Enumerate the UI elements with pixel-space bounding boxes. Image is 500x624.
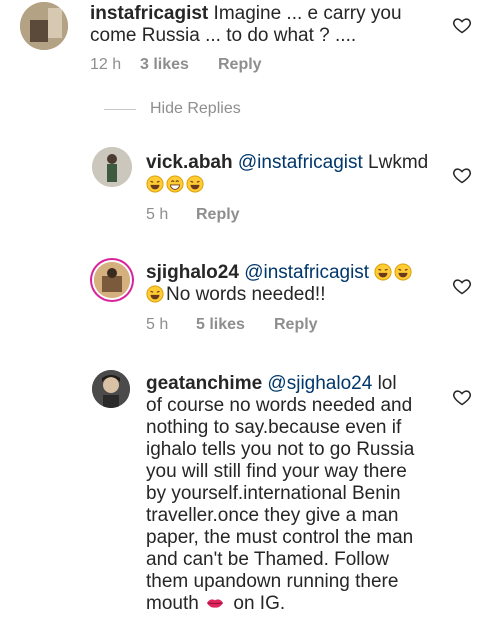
divider [104, 108, 136, 110]
laughing-emoji-icon [146, 285, 164, 303]
comment-line: them upandown running there [146, 571, 399, 592]
comment-text: come Russia ... to do what ? .... [90, 25, 357, 46]
avatar[interactable] [92, 147, 132, 187]
comment-line: ighalo tells you not to go Russia [146, 439, 415, 460]
comment-line: traveller.once they give a man [146, 505, 399, 526]
comment-line: mouth [146, 593, 205, 614]
heart-icon[interactable] [452, 387, 472, 407]
username[interactable]: vick.abah [146, 152, 233, 173]
username[interactable]: geatanchime [146, 373, 262, 394]
likes-count[interactable]: 5 likes [196, 316, 274, 334]
comment-line: nothing to say.because even if [146, 417, 402, 438]
lips-emoji-icon [206, 599, 224, 608]
laughing-emoji-icon [146, 175, 164, 193]
comment-line: of course no words needed and [146, 395, 413, 416]
comment-line: you will still find your way there [146, 461, 407, 482]
laughing-emoji-icon [394, 263, 412, 281]
avatar[interactable] [94, 262, 130, 298]
heart-icon[interactable] [452, 15, 472, 35]
comment-line: by yourself.international Benin [146, 483, 401, 504]
timestamp: 12 h [90, 56, 122, 73]
mention-link[interactable]: @instafricagist [239, 262, 369, 283]
hide-replies-label: Hide Replies [150, 100, 241, 117]
hide-replies-button[interactable]: Hide Replies [104, 100, 241, 118]
avatar[interactable] [20, 2, 68, 50]
avatar[interactable] [92, 370, 130, 408]
heart-icon[interactable] [452, 165, 472, 185]
comment-text: lol [372, 373, 397, 394]
reply-button[interactable]: Reply [218, 56, 262, 74]
laughing-emoji-icon [186, 175, 204, 193]
mention-link[interactable]: @sjighalo24 [262, 373, 372, 394]
timestamp: 5 h [146, 316, 169, 333]
grinning-emoji-icon [166, 175, 184, 193]
comment-text: Lwkmd [362, 152, 429, 173]
comment-text: No words needed!! [166, 284, 326, 305]
reply-button[interactable]: Reply [274, 316, 318, 334]
reply-button[interactable]: Reply [196, 206, 240, 224]
laughing-emoji-icon [374, 263, 392, 281]
comment-text: Imagine ... e carry you [208, 3, 402, 24]
username[interactable]: instafricagist [90, 3, 208, 24]
comment-line: on IG. [228, 593, 286, 614]
likes-count[interactable]: 3 likes [140, 56, 218, 74]
mention-link[interactable]: @instafricagist [233, 152, 363, 173]
timestamp: 5 h [146, 206, 169, 223]
heart-icon[interactable] [452, 276, 472, 296]
comment-line: and can't be Thamed. Follow [146, 549, 390, 570]
comment-line: paper, the must control the man [146, 527, 414, 548]
username[interactable]: sjighalo24 [146, 262, 239, 283]
